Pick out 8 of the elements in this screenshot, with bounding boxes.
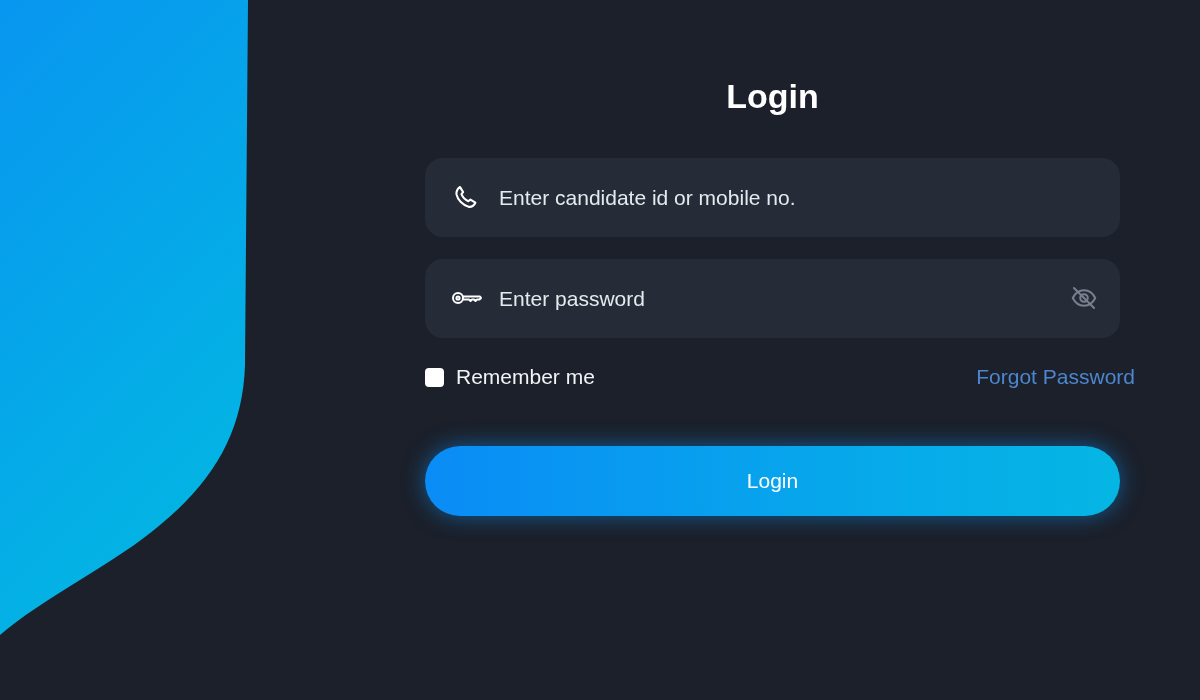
login-title: Login: [725, 76, 820, 117]
login-button[interactable]: Login: [425, 446, 1120, 516]
password-field[interactable]: Enter password: [425, 259, 1120, 338]
forgot-password-link[interactable]: Forgot Password: [976, 365, 1135, 389]
eye-slash-icon[interactable]: [1070, 285, 1098, 311]
remember-checkbox[interactable]: [425, 367, 444, 387]
login-id-field[interactable]: Enter candidate id or mobile no.: [425, 158, 1120, 237]
remember-me-label: Remember me: [456, 365, 595, 389]
